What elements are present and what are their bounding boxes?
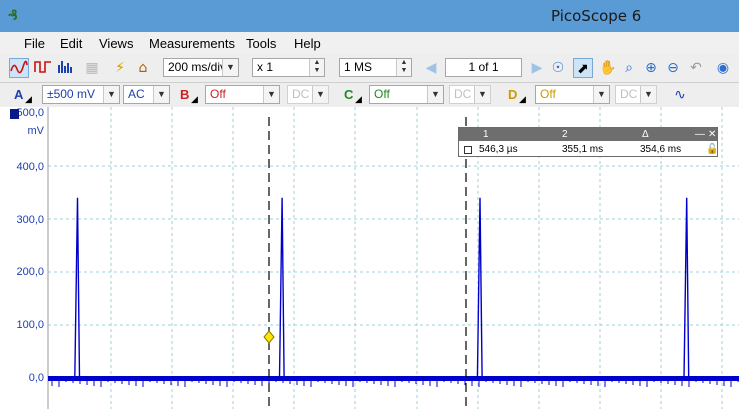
channel-c-label[interactable]: C xyxy=(344,87,353,102)
select-icon[interactable]: ⬈ xyxy=(573,58,593,78)
channel-b-coupling-select[interactable]: DC ▼ xyxy=(287,85,329,104)
trace-line xyxy=(48,197,739,379)
chevron-down-icon: ▼ xyxy=(640,86,656,103)
menu-views[interactable]: Views xyxy=(99,36,133,51)
cursor-icon: ◢ xyxy=(25,94,32,104)
menu-file[interactable]: File xyxy=(24,36,45,51)
zoom-in-icon[interactable]: ⊕ xyxy=(641,58,661,78)
buffer-position-field[interactable]: 1 of 1 xyxy=(445,58,522,77)
channel-b-coupling-value: DC xyxy=(292,87,310,101)
title-bar: ₰ PicoScope 6 xyxy=(0,0,739,32)
channel-a-coupling-value: AC xyxy=(128,87,145,101)
app-logo-icon: ₰ xyxy=(8,8,18,24)
chevron-down-icon: ▼ xyxy=(593,86,609,103)
ruler-legend: 1 2 Δ — ✕ 546,3 µs 355,1 ms 354,6 ms 🔓 xyxy=(458,127,718,157)
chevron-down-icon: ▼ xyxy=(103,86,119,103)
zoom-factor-value: x 1 xyxy=(257,60,274,74)
cursor-icon: ◢ xyxy=(355,94,362,104)
channel-d-coupling-select[interactable]: DC ▼ xyxy=(615,85,657,104)
menu-bar: File Edit Views Measurements Tools Help xyxy=(0,32,739,55)
zoom-out-icon[interactable]: ⊖ xyxy=(663,58,683,78)
channel-c-coupling-value: DC xyxy=(454,87,472,101)
channel-d-range-select[interactable]: Off ▼ xyxy=(535,85,610,104)
hand-icon[interactable]: ✋ xyxy=(598,58,618,78)
ruler-legend-header: 1 2 Δ — ✕ xyxy=(459,128,717,141)
ruler-row-swatch xyxy=(464,146,472,154)
scope-mode-icon[interactable] xyxy=(9,58,29,78)
channel-a-marker xyxy=(10,109,19,119)
channel-a-label[interactable]: A xyxy=(14,87,23,102)
auto-setup-icon[interactable]: ∿ xyxy=(670,85,690,105)
chevron-down-icon: ▼ xyxy=(222,59,238,76)
channel-d-range-value: Off xyxy=(540,87,556,101)
compass-icon[interactable]: ☉ xyxy=(548,58,568,78)
lock-icon[interactable]: 🔓 xyxy=(706,143,718,156)
channel-c-coupling-select[interactable]: DC ▼ xyxy=(449,85,491,104)
ruler-col-2: 2 xyxy=(562,129,568,140)
chevron-down-icon: ▼ xyxy=(427,86,443,103)
channel-b-range-select[interactable]: Off ▼ xyxy=(205,85,280,104)
channel-b-range-value: Off xyxy=(210,87,226,101)
cursor-icon: ◢ xyxy=(191,94,198,104)
ruler-col-delta: Δ xyxy=(642,129,649,140)
channel-toolbar: A ◢ ±500 mV ▼ AC ▼ B ◢ Off ▼ DC ▼ C ◢ Of… xyxy=(0,83,739,108)
window-title: PicoScope 6 xyxy=(551,7,642,25)
ruler-value-1: 546,3 µs xyxy=(479,144,518,155)
channel-a-range-value: ±500 mV xyxy=(47,87,95,101)
menu-edit[interactable]: Edit xyxy=(60,36,82,51)
channel-c-range-select[interactable]: Off ▼ xyxy=(369,85,444,104)
home-icon[interactable]: ⌂ xyxy=(133,58,153,78)
channel-a-range-select[interactable]: ±500 mV ▼ xyxy=(42,85,120,104)
channel-a-trace xyxy=(48,197,739,387)
chevron-down-icon: ▼ xyxy=(153,86,169,103)
cursor-icon: ◢ xyxy=(519,94,526,104)
spinner-arrows-icon[interactable]: ▲ ▼ xyxy=(396,59,411,76)
menu-tools[interactable]: Tools xyxy=(246,36,276,51)
menu-help[interactable]: Help xyxy=(294,36,321,51)
signal-generator-icon[interactable]: ▦ xyxy=(82,58,102,78)
next-buffer-icon[interactable]: ▶ xyxy=(527,58,547,78)
undo-icon[interactable]: ↶ xyxy=(686,58,706,78)
channel-a-coupling-select[interactable]: AC ▼ xyxy=(123,85,170,104)
channel-c-range-value: Off xyxy=(374,87,390,101)
zoom-factor-spinner[interactable]: x 1 ▲ ▼ xyxy=(252,58,325,77)
zoom-icon[interactable]: ⌕ xyxy=(619,58,639,78)
sample-count-spinner[interactable]: 1 MS ▲ ▼ xyxy=(339,58,412,77)
spinner-arrows-icon[interactable]: ▲ ▼ xyxy=(309,59,324,76)
trigger-icon[interactable]: ⚡ xyxy=(110,58,130,78)
main-toolbar: ▦ ⚡ ⌂ 200 ms/div ▼ x 1 ▲ ▼ 1 MS ▲ ▼ ◀ 1 of… xyxy=(0,54,739,83)
channel-d-coupling-value: DC xyxy=(620,87,638,101)
trigger-marker[interactable] xyxy=(263,330,275,344)
menu-measurements[interactable]: Measurements xyxy=(149,36,235,51)
timebase-value: 200 ms/div xyxy=(168,60,227,74)
channel-b-label[interactable]: B xyxy=(180,87,189,102)
minimize-icon[interactable]: — xyxy=(695,128,705,141)
chevron-down-icon: ▼ xyxy=(474,86,490,103)
ruler-value-2: 355,1 ms xyxy=(562,144,604,155)
timebase-select[interactable]: 200 ms/div ▼ xyxy=(163,58,239,77)
zoom-fit-icon[interactable]: ◉ xyxy=(713,58,733,78)
sample-count-value: 1 MS xyxy=(344,60,373,74)
spectrum-icon[interactable] xyxy=(55,58,75,78)
chevron-down-icon: ▼ xyxy=(312,86,328,103)
prev-buffer-icon[interactable]: ◀ xyxy=(421,58,441,78)
chevron-down-icon: ▼ xyxy=(263,86,279,103)
channel-d-label[interactable]: D xyxy=(508,87,517,102)
close-icon[interactable]: ✕ xyxy=(708,128,716,141)
ruler-value-delta: 354,6 ms xyxy=(640,144,682,155)
ruler-col-1: 1 xyxy=(483,129,489,140)
persistence-icon[interactable] xyxy=(33,58,53,78)
buffer-position-value: 1 of 1 xyxy=(468,60,499,74)
